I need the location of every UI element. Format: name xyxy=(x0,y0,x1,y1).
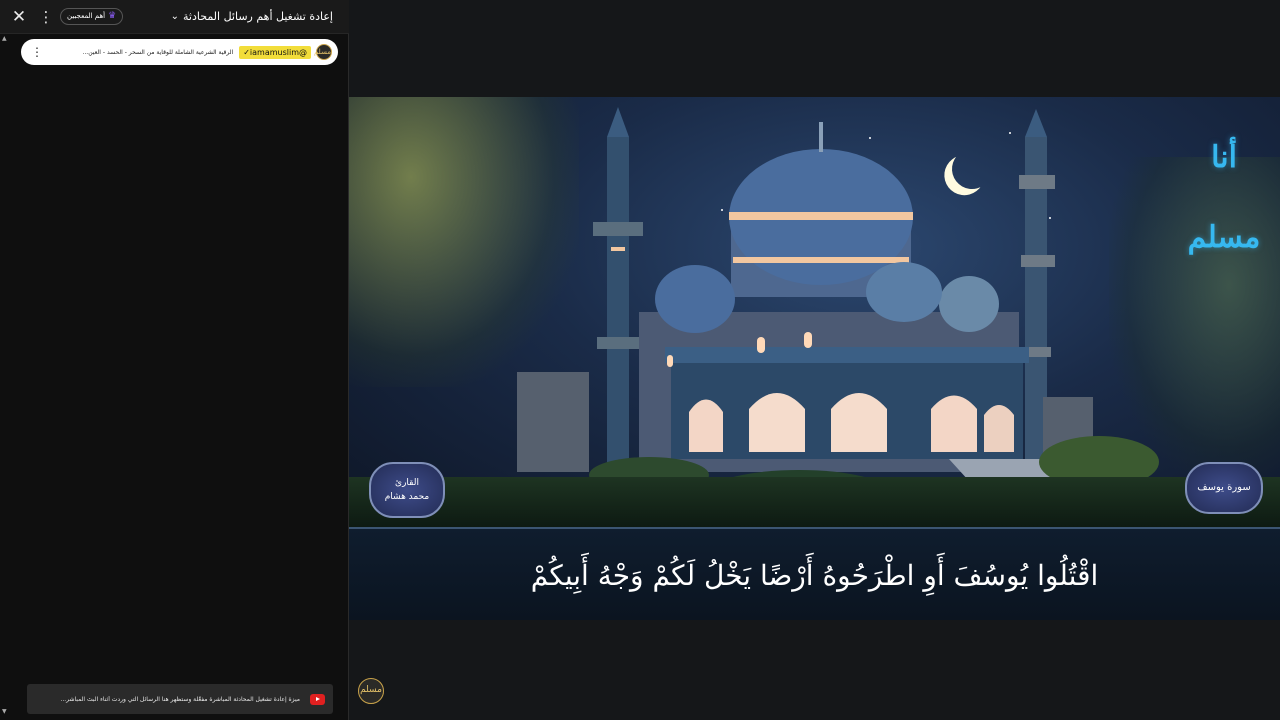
avatar[interactable]: مسلم xyxy=(314,44,332,60)
mosque-illustration xyxy=(517,107,1159,514)
video-frame xyxy=(349,97,1280,527)
top-fans-badge[interactable]: ♛ أهم المعجبين xyxy=(60,8,124,25)
chat-replay-panel: ✕ ⋮ ♛ أهم المعجبين إعادة تشغيل أهم رسائل… xyxy=(0,0,349,720)
scroll-up-arrow[interactable]: ▲ xyxy=(2,35,7,42)
crown-icon: ♛ xyxy=(108,11,117,21)
more-vert-icon[interactable]: ⋮ xyxy=(36,6,56,28)
chat-header: ✕ ⋮ ♛ أهم المعجبين إعادة تشغيل أهم رسائل… xyxy=(0,0,349,34)
close-icon[interactable]: ✕ xyxy=(8,6,30,28)
reciter-badge: القارئ محمد هشام xyxy=(369,462,445,518)
chevron-down-icon: ⌄ xyxy=(170,11,180,22)
verse-text: اقْتُلُوا يُوسُفَ أَوِ اطْرَحُوهُ أَرْضً… xyxy=(530,559,1099,592)
ground xyxy=(349,477,1280,527)
channel-watermark-logo[interactable]: مسلم xyxy=(358,678,384,704)
chat-title: إعادة تشغيل أهم رسائل المحادثة xyxy=(183,10,333,23)
chat-replay-notice: ميزة إعادة تشغيل المحادثة المباشرة مفعّل… xyxy=(27,684,333,714)
verse-caption-band: اقْتُلُوا يُوسُفَ أَوِ اطْرَحُوهُ أَرْضً… xyxy=(349,527,1280,620)
pinned-author-handle[interactable]: @iamamuslim✓ xyxy=(239,45,311,59)
notice-text: ميزة إعادة تشغيل المحادثة المباشرة مفعّل… xyxy=(60,695,300,703)
top-fans-label: أهم المعجبين xyxy=(67,12,106,20)
scroll-down-arrow[interactable]: ▼ xyxy=(2,708,7,715)
station-logo: أنا مسلم xyxy=(1187,140,1261,255)
reciter-name: محمد هشام xyxy=(384,492,430,502)
pinned-message[interactable]: مسلم @iamamuslim✓ الرقية الشرعية الشاملة… xyxy=(21,39,338,65)
app-root: ✕ ⋮ ♛ أهم المعجبين إعادة تشغيل أهم رسائل… xyxy=(0,0,1280,720)
youtube-icon xyxy=(310,693,325,705)
chat-mode-selector[interactable]: إعادة تشغيل أهم رسائل المحادثة ⌄ xyxy=(171,8,333,25)
surah-badge: سورة يوسف xyxy=(1185,462,1263,514)
reciter-label: القارئ xyxy=(395,478,419,488)
more-vert-icon[interactable]: ⋮ xyxy=(31,43,43,61)
video-player[interactable]: أنا مسلم القارئ محمد هشام سورة يوسف اقْت… xyxy=(349,0,1280,720)
pinned-message-text: الرقية الشرعية الشاملة للوقاية من السحر … xyxy=(82,48,234,56)
